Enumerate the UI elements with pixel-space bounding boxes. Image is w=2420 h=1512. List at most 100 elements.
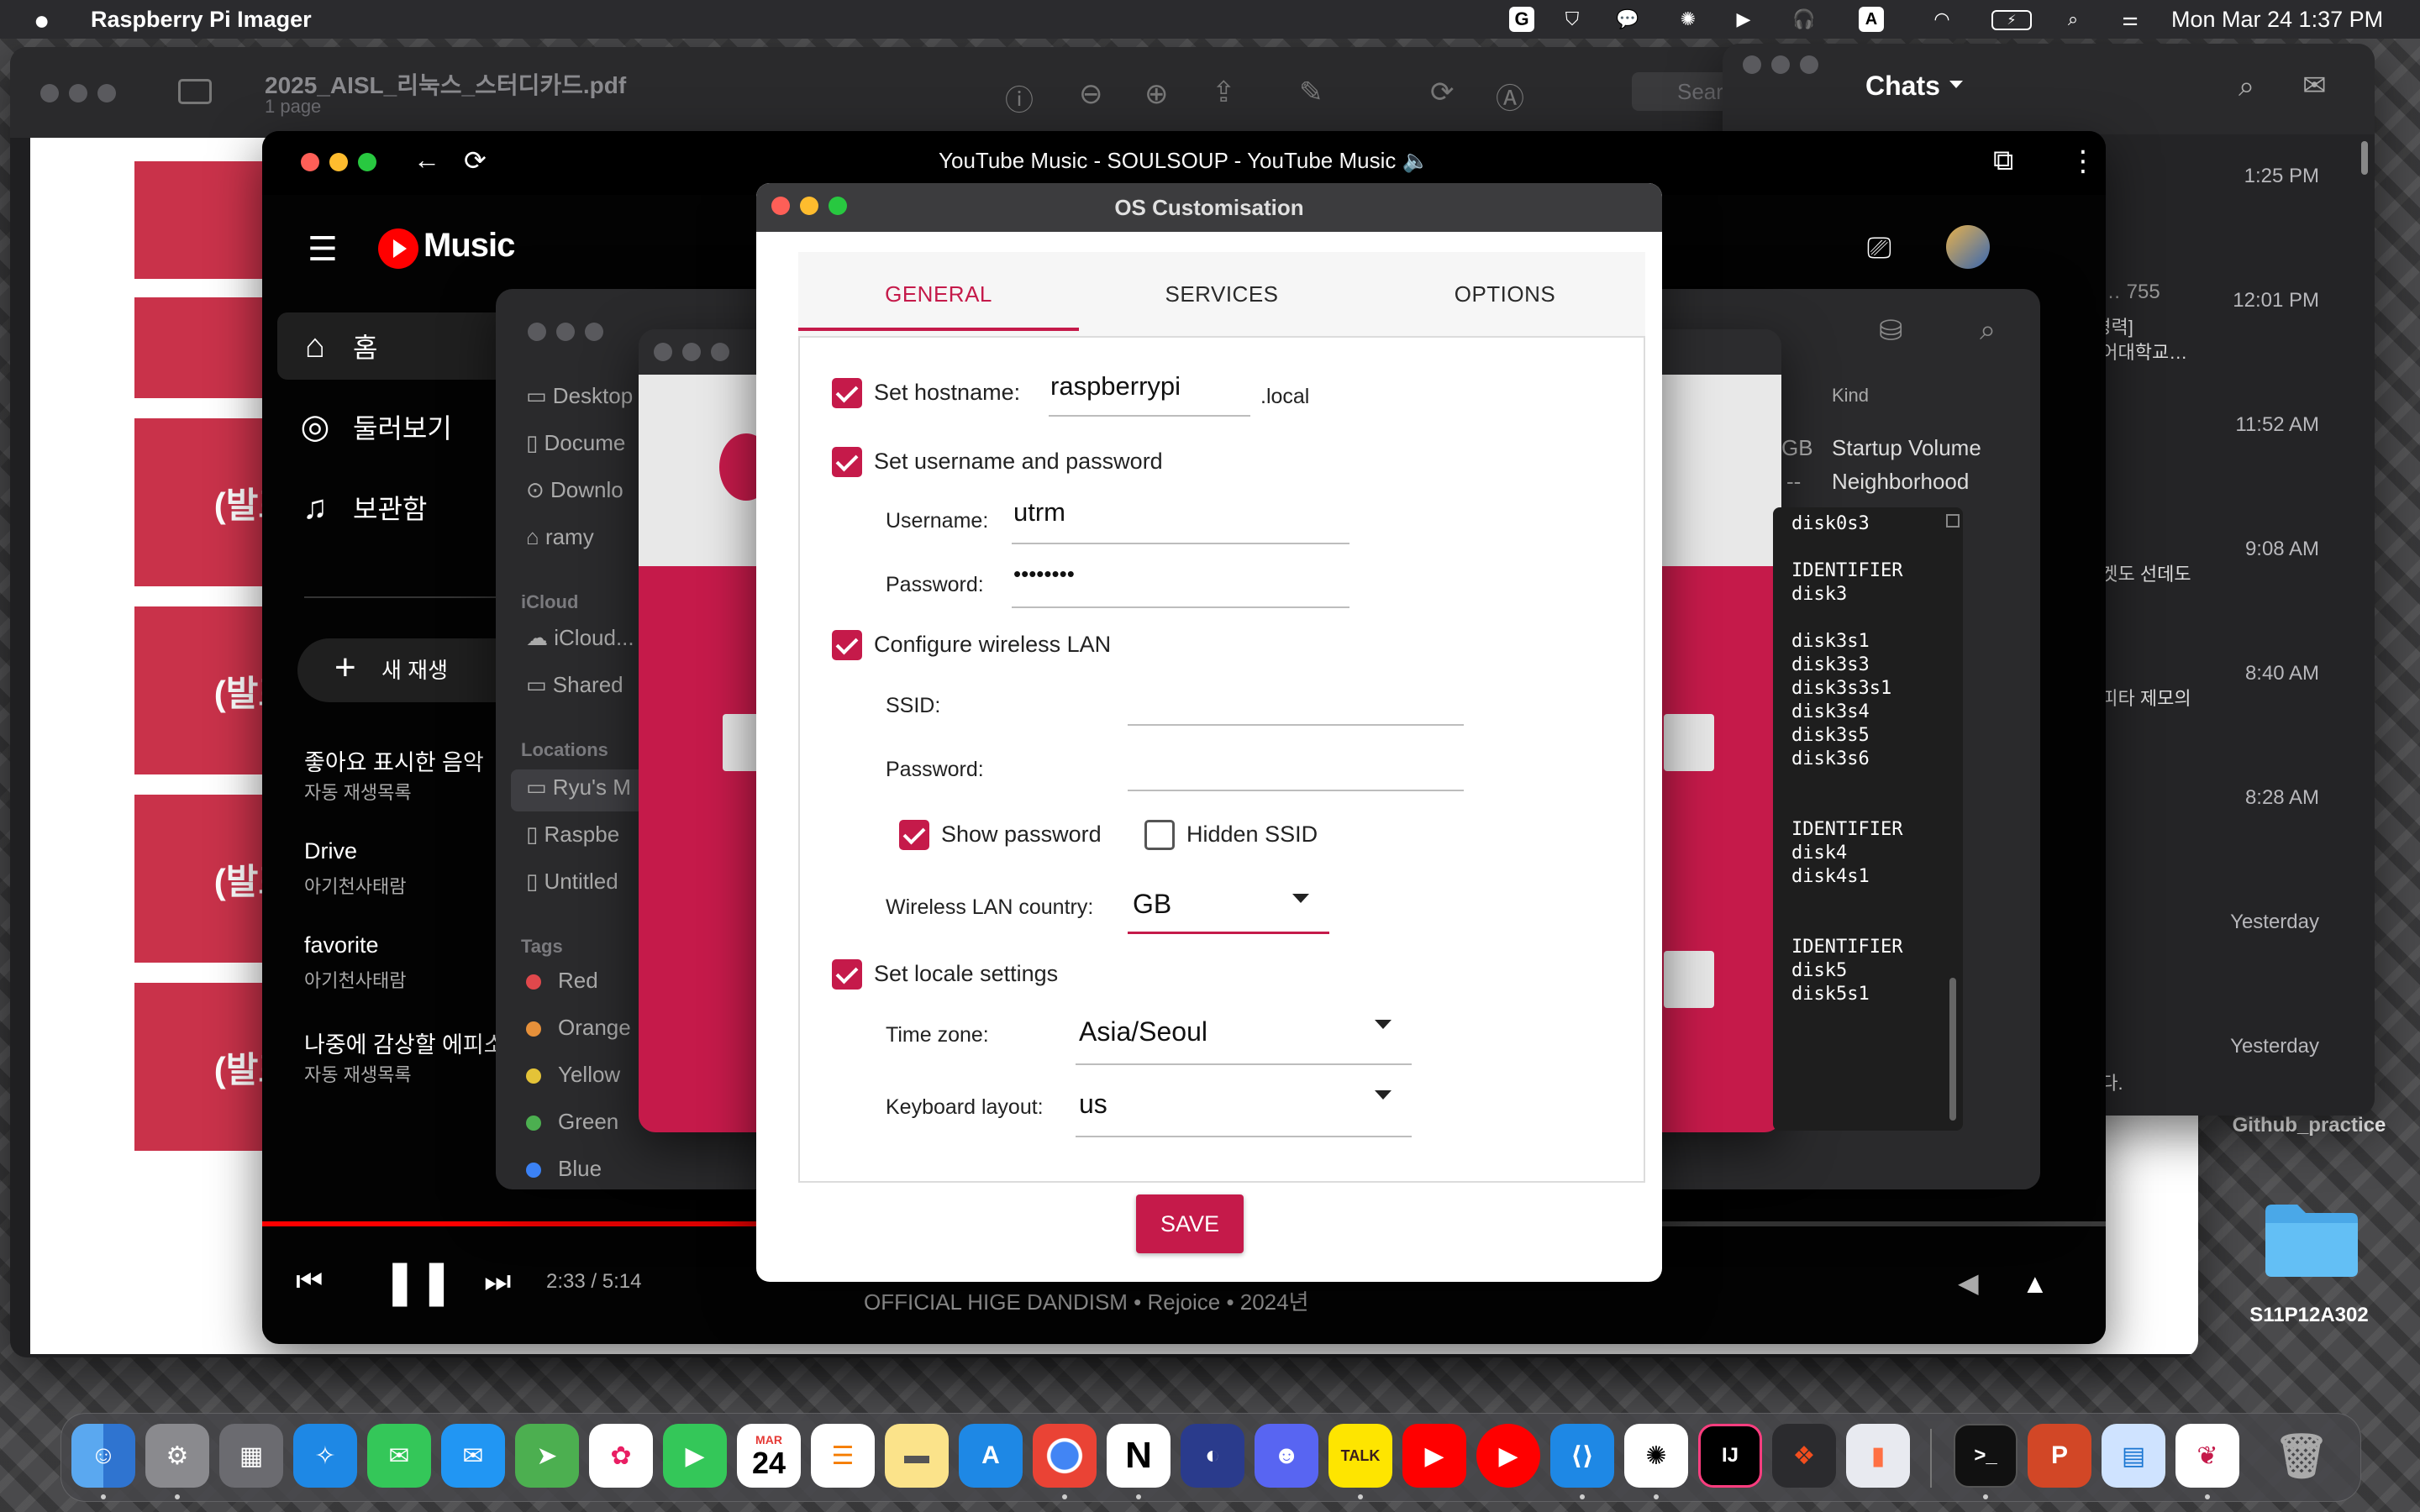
row-kind[interactable]: Neighborhood [1832,469,1969,495]
battery-icon[interactable]: ⚡ [1991,10,2032,30]
sidebar-item-icloud[interactable]: ☁ iCloud... [526,625,634,651]
sidebar-item-documents[interactable]: ▯ Docume [526,430,625,456]
terminal-icon[interactable]: >_ [1954,1424,2018,1488]
share-icon[interactable]: ⇪ [1212,76,1236,109]
hostname-checkbox[interactable] [832,378,862,408]
messages-icon[interactable]: ✉ [367,1424,431,1488]
grammarly-icon[interactable]: G [1509,7,1534,32]
wlan-password-field[interactable] [1128,744,1464,791]
sidebar-item-desktop[interactable]: ▭ Desktop [526,383,633,409]
zoom-out-icon[interactable]: ⊖ [1079,77,1103,111]
control-center-icon[interactable]: ⚌ [2118,7,2143,32]
chrome-icon[interactable] [1033,1424,1097,1488]
show-password-checkbox[interactable] [899,820,929,850]
system-settings-icon[interactable]: ⚙ [145,1424,209,1488]
facetime-icon[interactable]: ▶ [663,1424,727,1488]
expand-up-icon[interactable]: ▲ [2022,1268,2049,1299]
previous-track-icon[interactable]: ⏮ [296,1263,323,1299]
chevron-down-icon[interactable] [1949,81,1963,88]
tag-orange[interactable]: Orange [526,1015,631,1041]
playlist-title[interactable]: 좋아요 표시한 음악 [304,744,484,777]
trash-icon[interactable]: 🗑 [2270,1424,2333,1488]
app-store-icon[interactable]: A [959,1424,1023,1488]
nav-explore[interactable]: ◎ 둘러보기 [277,393,513,460]
locale-checkbox[interactable] [832,959,862,990]
wlan-checkbox[interactable] [832,630,862,660]
window-controls[interactable] [1743,55,1828,78]
chats-title[interactable]: Chats [1865,71,1940,102]
discord-icon[interactable]: ☻ [1255,1424,1318,1488]
terminal-scroll-icon[interactable] [1946,514,1960,528]
tag-green[interactable]: Green [526,1109,618,1135]
notion-icon[interactable]: N [1107,1424,1171,1488]
cast-icon[interactable]: ⎚ [1867,230,1891,266]
disk-utility-icon[interactable]: ⛁ [1879,314,1903,348]
userpass-checkbox[interactable] [832,447,862,477]
sidebar-item-home[interactable]: ⌂ ramy [526,524,594,550]
sidebar-item-shared[interactable]: ▭ Shared [526,672,623,698]
safari-icon[interactable]: ✧ [293,1424,357,1488]
openai-icon[interactable]: ✺ [1676,7,1701,32]
iphone-mirroring-icon[interactable]: ▮ [1846,1424,1910,1488]
playlist-title[interactable]: 나중에 감상할 에피소 [304,1026,505,1059]
triangle-left-icon[interactable]: ◀ [1958,1267,1979,1299]
tab-services[interactable]: SERVICES [1079,252,1365,336]
maps-icon[interactable]: ➤ [515,1424,579,1488]
pause-icon[interactable]: ❚❚ [381,1257,455,1307]
ssid-field[interactable] [1128,680,1464,726]
menu-bar-clock[interactable]: Mon Mar 24 1:37 PM [2171,7,2383,33]
intellij-icon[interactable]: IJ [1698,1424,1762,1488]
calendar-icon[interactable]: MAR 24 [737,1424,801,1488]
raspberry-pi-imager-icon[interactable]: ❦ [2175,1424,2239,1488]
youtube-icon[interactable]: ▶ [1402,1424,1466,1488]
next-button[interactable] [1664,951,1714,1008]
more-menu-icon[interactable]: ⋮ [2069,144,2097,178]
nav-library[interactable]: ♫ 보관함 [277,474,513,541]
reminders-icon[interactable]: ☰ [811,1424,875,1488]
mail-icon[interactable]: ✉ [441,1424,505,1488]
photos-icon[interactable]: ✿ [589,1424,653,1488]
now-playing-info[interactable]: OFFICIAL HIGE DANDISM • Rejoice • 2024년 [864,1285,1309,1316]
info-icon[interactable]: ⓘ [1005,77,1034,118]
new-chat-icon[interactable]: ✉ [2302,69,2327,102]
airpods-icon[interactable]: 🎧 [1791,7,1817,32]
scrollbar[interactable] [1949,978,1956,1121]
scrollbar[interactable] [2361,141,2368,175]
tag-red[interactable]: Red [526,968,598,994]
tag-yellow[interactable]: Yellow [526,1062,620,1088]
keyboard-select[interactable]: us [1076,1077,1412,1137]
sidebar-item-untitled[interactable]: ▯ Untitled [526,869,618,895]
figma-icon[interactable]: ❖ [1772,1424,1836,1488]
window-controls[interactable] [40,84,126,107]
kakaotalk-icon[interactable]: TALK [1328,1424,1392,1488]
window-controls[interactable] [528,323,613,345]
preview-icon[interactable]: ▤ [2102,1424,2165,1488]
timezone-select[interactable]: Asia/Seoul [1076,1006,1412,1065]
hidden-ssid-checkbox[interactable] [1144,820,1175,850]
notes-icon[interactable]: ▬ [885,1424,949,1488]
youtube-music-logo-icon[interactable] [378,228,418,269]
markup-pen-icon[interactable]: ✎ [1299,76,1323,109]
vscode-icon[interactable]: ⟨⟩ [1550,1424,1614,1488]
mindnode-icon[interactable]: ◐ [1181,1424,1244,1488]
search-icon[interactable]: ⌕ [2238,71,2254,103]
annotate-icon[interactable]: Ⓐ [1496,76,1524,117]
password-field[interactable]: •••••••• [1012,561,1349,608]
sidebar-item-raspberry[interactable]: ▯ Raspbe [526,822,619,848]
zoom-in-icon[interactable]: ⊕ [1144,77,1169,111]
choose-storage-button[interactable] [1664,714,1714,771]
chat-bubble-icon[interactable]: 💬 [1615,7,1640,32]
playlist-title[interactable]: favorite [304,932,379,958]
sidebar-toggle-icon[interactable] [178,79,212,104]
extension-icon[interactable]: ⧉ [1993,144,2013,177]
save-button[interactable]: SAVE [1136,1194,1244,1253]
hamburger-menu-icon[interactable]: ☰ [308,230,338,269]
country-select[interactable]: GB [1128,880,1329,934]
tag-blue[interactable]: Blue [526,1156,602,1182]
sidebar-item-downloads[interactable]: ⊙ Downlo [526,477,623,503]
folder-icon[interactable] [2260,1196,2361,1280]
rotate-icon[interactable]: ⟳ [1430,76,1455,109]
tab-options[interactable]: OPTIONS [1365,252,1645,336]
hostname-field[interactable]: raspberrypi [1049,371,1250,417]
finder-icon[interactable]: ☺ [71,1424,135,1488]
